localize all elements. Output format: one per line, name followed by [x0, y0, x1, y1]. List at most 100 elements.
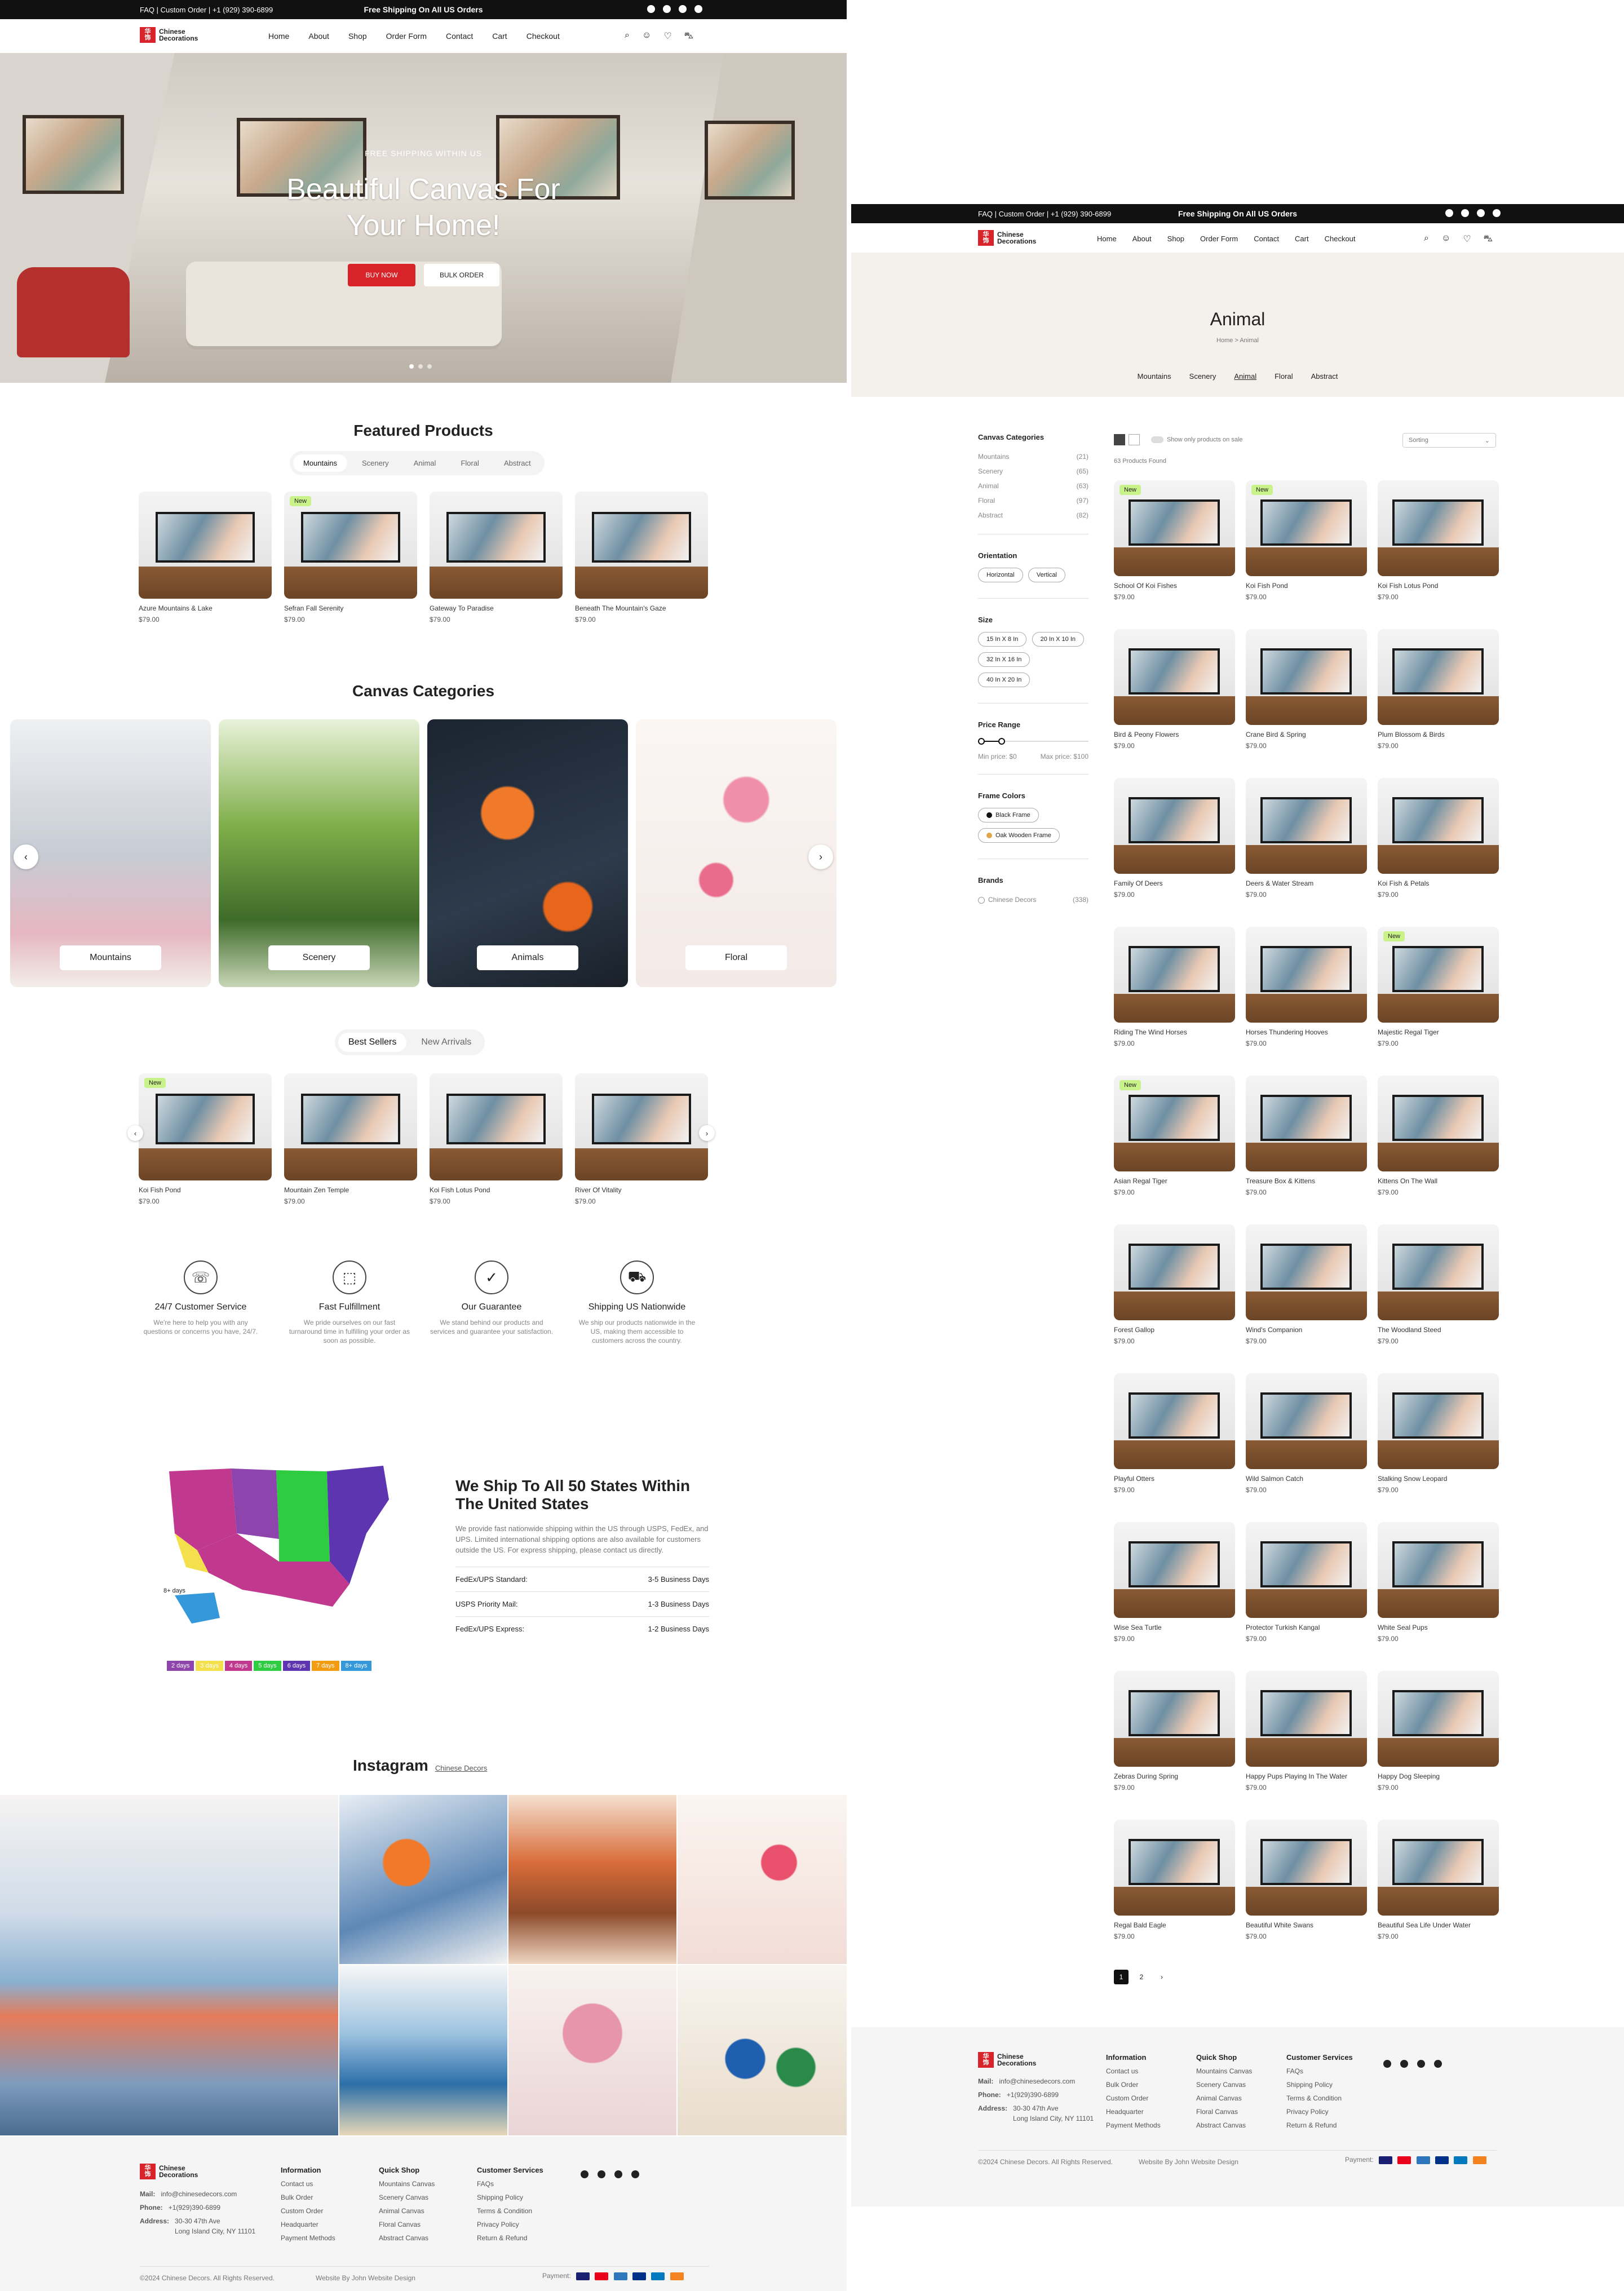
footer-link[interactable]: Headquarter [1106, 2105, 1161, 2118]
footer-link[interactable]: Return & Refund [477, 2231, 543, 2245]
footer-link[interactable]: Return & Refund [1286, 2118, 1353, 2132]
category-label[interactable]: Mountains [60, 945, 161, 970]
footer-link[interactable]: Custom Order [1106, 2091, 1161, 2105]
price-slider-handle[interactable] [998, 738, 1005, 745]
tiktok-icon[interactable] [694, 5, 702, 13]
footer-link[interactable]: Contact us [281, 2177, 335, 2191]
footer-logo[interactable]: 华 饰 Chinese Decorations [978, 2052, 1042, 2068]
product-image[interactable]: New [1246, 480, 1367, 576]
product-card[interactable]: Protector Turkish Kangal $79.00 [1246, 1522, 1367, 1643]
footer-logo[interactable]: 华 饰 Chinese Decorations [140, 2164, 204, 2179]
size-chip[interactable]: 15 In X 8 In [978, 632, 1027, 647]
product-image[interactable] [284, 1073, 417, 1180]
product-image[interactable] [1246, 1224, 1367, 1320]
footer-link[interactable]: Mountains Canvas [1196, 2064, 1252, 2078]
instagram-icon[interactable] [1400, 2060, 1408, 2068]
product-card[interactable]: Family Of Deers $79.00 [1114, 778, 1235, 899]
product-card[interactable]: Beautiful White Swans $79.00 [1246, 1820, 1367, 1940]
product-image[interactable] [1378, 1820, 1499, 1916]
list-view-icon[interactable] [1129, 434, 1140, 445]
youtube-icon[interactable] [679, 5, 687, 13]
footer-phone[interactable]: +1(929)390-6899 [169, 2204, 220, 2212]
tab-mountains[interactable]: Mountains [293, 454, 347, 472]
product-card[interactable]: Regal Bald Eagle $79.00 [1114, 1820, 1235, 1940]
product-image[interactable] [1378, 1671, 1499, 1767]
product-card[interactable]: Horses Thundering Hooves $79.00 [1246, 927, 1367, 1047]
product-card[interactable]: Koi Fish & Petals $79.00 [1378, 778, 1499, 899]
product-card[interactable]: Crane Bird & Spring $79.00 [1246, 629, 1367, 750]
product-image[interactable] [1378, 1522, 1499, 1618]
nav-checkout[interactable]: Checkout [526, 32, 560, 41]
orientation-vertical[interactable]: Vertical [1028, 568, 1065, 582]
product-name[interactable]: Deers & Water Stream [1246, 879, 1367, 887]
footer-link[interactable]: Mountains Canvas [379, 2177, 435, 2191]
product-name[interactable]: Koi Fish Lotus Pond [1378, 582, 1499, 590]
product-card[interactable]: Koi Fish Lotus Pond $79.00 [1378, 480, 1499, 601]
footer-link[interactable]: Headquarter [281, 2218, 335, 2231]
footer-link[interactable]: Abstract Canvas [1196, 2118, 1252, 2132]
footer-link[interactable]: FAQs [477, 2177, 543, 2191]
instagram-post[interactable] [508, 1795, 676, 1964]
instagram-post[interactable] [0, 1795, 338, 2135]
product-name[interactable]: Kittens On The Wall [1378, 1177, 1499, 1185]
product-card[interactable]: Wild Salmon Catch $79.00 [1246, 1373, 1367, 1494]
instagram-post[interactable] [678, 1965, 847, 2135]
product-name[interactable]: Beneath The Mountain's Gaze [575, 604, 708, 612]
tab-abstract[interactable]: Abstract [494, 454, 541, 472]
footer-link[interactable]: Floral Canvas [379, 2218, 435, 2231]
product-card[interactable]: Beneath The Mountain's Gaze $79.00 [575, 492, 708, 623]
category-filter-row[interactable]: Scenery (65) [978, 464, 1088, 479]
category-label[interactable]: Floral [685, 945, 787, 970]
product-card[interactable]: Mountain Zen Temple $79.00 [284, 1073, 417, 1205]
cart-icon[interactable]: ⛍ [1484, 233, 1493, 245]
product-image[interactable] [1246, 1076, 1367, 1171]
tab-animal[interactable]: Animal [404, 454, 446, 472]
product-name[interactable]: Forest Gallop [1114, 1326, 1235, 1334]
wishlist-icon[interactable]: ♡ [663, 30, 671, 42]
product-image[interactable] [139, 492, 272, 599]
credit-link[interactable]: Website By John Website Design [316, 2274, 415, 2282]
user-icon[interactable]: ☺ [1441, 233, 1450, 245]
product-card[interactable]: Stalking Snow Leopard $79.00 [1378, 1373, 1499, 1494]
price-slider[interactable] [978, 737, 1088, 746]
footer-link[interactable]: Animal Canvas [1196, 2091, 1252, 2105]
instagram-post[interactable] [678, 1795, 847, 1964]
slider-dot[interactable] [427, 364, 432, 369]
footer-email[interactable]: info@chinesedecors.com [999, 2077, 1075, 2085]
product-name[interactable]: Treasure Box & Kittens [1246, 1177, 1367, 1185]
product-name[interactable]: Bird & Peony Flowers [1114, 731, 1235, 738]
facebook-icon[interactable] [647, 5, 655, 13]
product-image[interactable] [1114, 1224, 1235, 1320]
nav-order-form[interactable]: Order Form [386, 32, 427, 41]
product-card[interactable]: Deers & Water Stream $79.00 [1246, 778, 1367, 899]
product-card[interactable]: New School Of Koi Fishes $79.00 [1114, 480, 1235, 601]
youtube-icon[interactable] [1477, 209, 1485, 217]
footer-link[interactable]: FAQs [1286, 2064, 1353, 2078]
product-image[interactable] [1114, 1820, 1235, 1916]
frame-oak[interactable]: Oak Wooden Frame [978, 828, 1060, 843]
footer-email[interactable]: info@chinesedecors.com [161, 2190, 237, 2198]
product-image[interactable] [575, 492, 708, 599]
nav-order-form[interactable]: Order Form [1200, 235, 1238, 243]
product-name[interactable]: Azure Mountains & Lake [139, 604, 272, 612]
product-card[interactable]: The Woodland Steed $79.00 [1378, 1224, 1499, 1345]
footer-link[interactable]: Scenery Canvas [379, 2191, 435, 2204]
product-card[interactable]: Happy Pups Playing In The Water $79.00 [1246, 1671, 1367, 1792]
product-card[interactable]: Riding The Wind Horses $79.00 [1114, 927, 1235, 1047]
logo[interactable]: 华 饰 Chinese Decorations [140, 27, 204, 43]
product-image[interactable] [1246, 629, 1367, 725]
category-card-mountains[interactable]: Mountains [10, 719, 211, 987]
product-card[interactable]: Playful Otters $79.00 [1114, 1373, 1235, 1494]
product-image[interactable]: New [284, 492, 417, 599]
next-page[interactable]: › [1154, 1970, 1169, 1984]
grid-view-icon[interactable] [1114, 434, 1125, 445]
footer-link[interactable]: Terms & Condition [477, 2204, 543, 2218]
product-name[interactable]: Crane Bird & Spring [1246, 731, 1367, 738]
logo[interactable]: 华 饰 Chinese Decorations [978, 230, 1042, 246]
product-name[interactable]: Koi Fish Pond [139, 1186, 272, 1194]
product-image[interactable]: New [1114, 480, 1235, 576]
product-card[interactable]: New Asian Regal Tiger $79.00 [1114, 1076, 1235, 1196]
product-image[interactable] [1246, 778, 1367, 874]
search-icon[interactable]: ⌕ [1424, 233, 1429, 245]
product-image[interactable] [1114, 1373, 1235, 1469]
